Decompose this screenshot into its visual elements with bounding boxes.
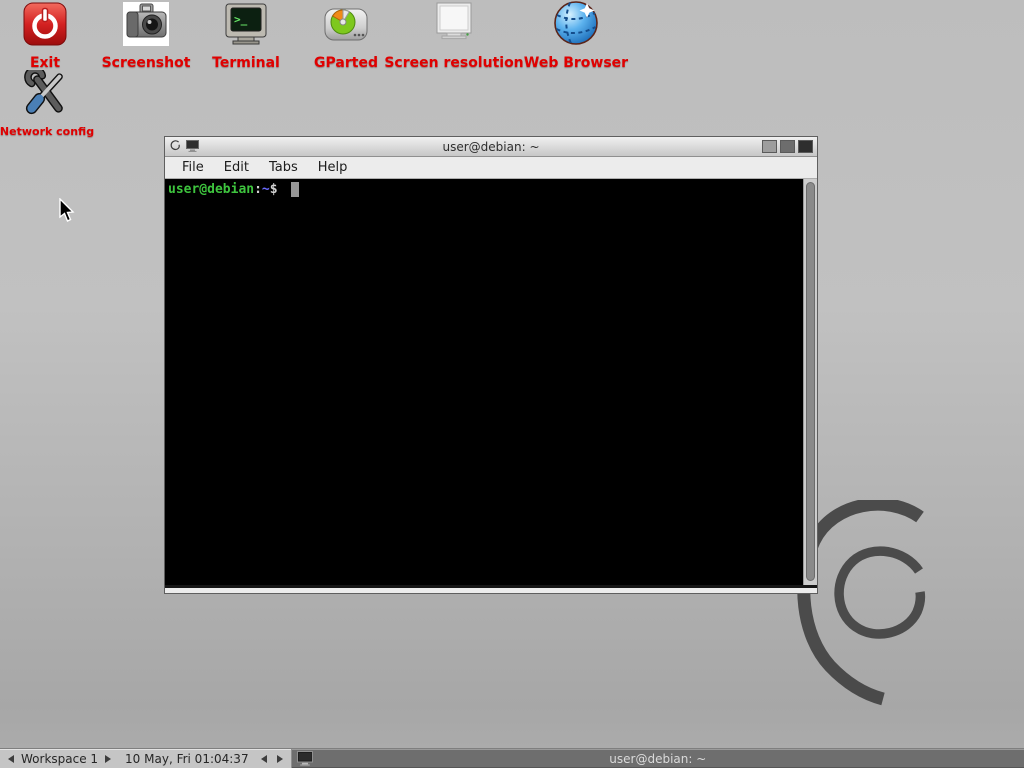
desktop: Exit Screenshot >_ bbox=[0, 0, 1024, 768]
monitor-icon bbox=[431, 2, 477, 50]
prompt-user-host: user@debian bbox=[168, 182, 254, 197]
menubar: File Edit Tabs Help bbox=[165, 157, 817, 179]
menu-help[interactable]: Help bbox=[308, 158, 358, 177]
minimize-button[interactable] bbox=[762, 140, 777, 153]
icon-label: Web Browser bbox=[524, 55, 628, 71]
terminal-window-icon bbox=[186, 137, 199, 156]
window-title: user@debian: ~ bbox=[165, 140, 817, 154]
icon-label: GParted bbox=[314, 55, 378, 71]
menu-file[interactable]: File bbox=[172, 158, 214, 177]
workspace-label: Workspace 1 bbox=[21, 752, 98, 766]
task-button-terminal[interactable]: user@debian: ~ bbox=[291, 749, 1024, 768]
terminal-screen[interactable]: user@debian:~$ bbox=[165, 179, 817, 588]
prompt-path: ~ bbox=[262, 182, 270, 197]
desktop-icon-terminal[interactable]: >_ Terminal bbox=[196, 2, 296, 71]
mouse-cursor bbox=[58, 198, 76, 228]
workspace-next-icon[interactable] bbox=[105, 755, 111, 763]
task-button-label: user@debian: ~ bbox=[609, 752, 706, 766]
workspace-switcher[interactable]: Workspace 1 bbox=[0, 749, 117, 768]
crt-terminal-icon: >_ bbox=[224, 2, 268, 50]
terminal-scrollbar[interactable] bbox=[803, 179, 817, 585]
tools-icon bbox=[24, 70, 70, 120]
desktop-icon-web-browser[interactable]: Web Browser bbox=[516, 0, 636, 71]
menu-edit[interactable]: Edit bbox=[214, 158, 259, 177]
icon-label: Exit bbox=[30, 55, 60, 71]
svg-text:>_: >_ bbox=[234, 13, 248, 26]
power-icon bbox=[23, 2, 67, 50]
debian-menu-icon[interactable] bbox=[169, 137, 181, 156]
terminal-cursor bbox=[291, 182, 299, 197]
icon-label: Network config bbox=[0, 125, 94, 138]
icon-label: Screen resolution bbox=[384, 55, 523, 71]
disk-partition-icon bbox=[323, 4, 369, 50]
maximize-button[interactable] bbox=[780, 140, 795, 153]
pager-next-icon[interactable] bbox=[277, 755, 283, 763]
terminal-prompt-line: user@debian:~$ bbox=[165, 179, 817, 197]
pager-prev-icon[interactable] bbox=[261, 755, 267, 763]
desktop-icon-gparted[interactable]: GParted bbox=[296, 4, 396, 71]
menu-tabs[interactable]: Tabs bbox=[259, 158, 308, 177]
icon-label: Terminal bbox=[212, 55, 280, 71]
globe-icon bbox=[553, 0, 599, 50]
desktop-icon-screen-resolution[interactable]: Screen resolution bbox=[389, 2, 519, 71]
scrollbar-thumb[interactable] bbox=[806, 182, 815, 581]
window-titlebar[interactable]: user@debian: ~ bbox=[165, 137, 817, 157]
task-window-icon bbox=[297, 751, 314, 768]
prompt-dollar: $ bbox=[270, 182, 286, 197]
close-button[interactable] bbox=[798, 140, 813, 153]
icon-label: Screenshot bbox=[102, 55, 191, 71]
desktop-icon-screenshot[interactable]: Screenshot bbox=[96, 2, 196, 71]
taskbar: Workspace 1 10 May, Fri 01:04:37 user@de… bbox=[0, 748, 1024, 768]
taskbar-clock: 10 May, Fri 01:04:37 bbox=[117, 749, 257, 768]
terminal-window: user@debian: ~ File Edit Tabs Help user@… bbox=[164, 136, 818, 594]
desktop-icon-network-config[interactable]: Network config bbox=[1, 70, 93, 138]
prompt-colon: : bbox=[254, 182, 262, 197]
camera-icon bbox=[123, 2, 169, 50]
taskbar-pager bbox=[257, 749, 291, 768]
workspace-prev-icon[interactable] bbox=[8, 755, 14, 763]
desktop-icon-exit[interactable]: Exit bbox=[5, 2, 85, 71]
